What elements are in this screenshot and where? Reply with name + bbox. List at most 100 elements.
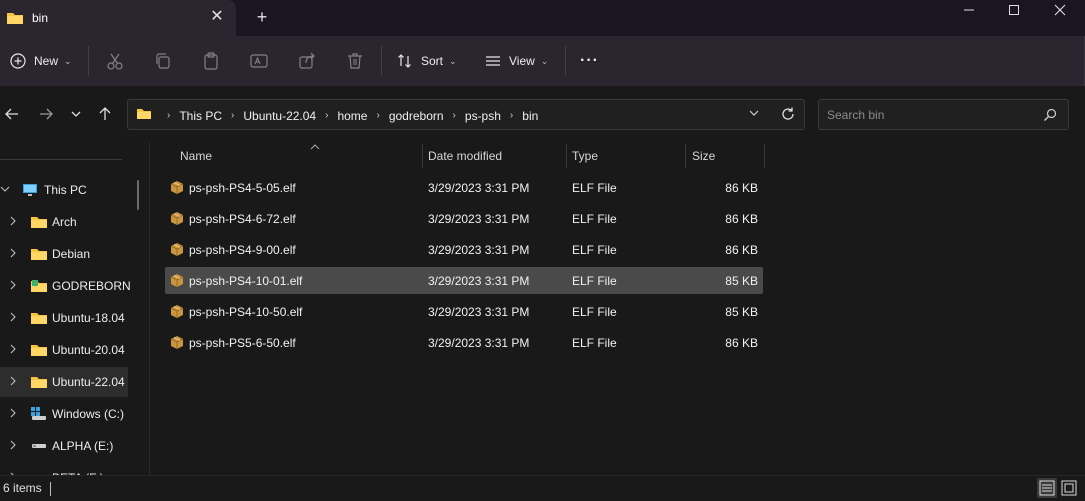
command-bar: New ⌄ Sort ⌄ View ⌄ ··· (0, 36, 1085, 86)
column-header-date[interactable]: Date modified (423, 142, 566, 169)
sidebar-item-label: This PC (44, 183, 87, 197)
drive-icon (30, 438, 48, 457)
up-arrow-icon[interactable] (95, 106, 115, 124)
address-history-chevron-icon[interactable] (748, 107, 760, 122)
file-name: ps-psh-PS4-10-01.elf (189, 274, 303, 288)
breadcrumb-item[interactable]: godreborn (389, 109, 444, 123)
sidebar-item-ubuntu-22-04[interactable]: Ubuntu-22.04 (0, 367, 128, 397)
sidebar-item-ubuntu-20-04[interactable]: Ubuntu-20.04 (0, 335, 128, 365)
file-name: ps-psh-PS4-5-05.elf (189, 181, 296, 195)
chevron-right-icon[interactable] (8, 376, 18, 389)
file-row[interactable]: ps-psh-PS4-5-05.elf 3/29/2023 3:31 PM ELF … (165, 174, 763, 201)
file-row[interactable]: ps-psh-PS4-10-01.elf 3/29/2023 3:31 PM ELF… (165, 267, 763, 294)
chevron-right-icon[interactable]: › (453, 110, 456, 121)
delete-icon[interactable] (345, 51, 365, 71)
sidebar-item-alpha-e[interactable]: ALPHA (E:) (0, 431, 128, 461)
new-tab-icon[interactable]: + (252, 6, 272, 28)
rename-icon[interactable] (249, 51, 269, 71)
new-label: New (34, 54, 59, 68)
breadcrumb-item[interactable]: home (337, 109, 367, 123)
chevron-right-icon[interactable]: › (167, 110, 170, 121)
large-icons-view-button[interactable] (1059, 478, 1079, 498)
toolbar-divider (565, 46, 566, 76)
sidebar-item-ubuntu-18-04[interactable]: Ubuntu-18.04 (0, 303, 128, 333)
search-icon[interactable] (1043, 108, 1057, 125)
chevron-right-icon[interactable]: › (231, 110, 234, 121)
column-size-label: Size (692, 149, 716, 163)
sidebar-item-debian[interactable]: Debian (0, 239, 128, 269)
sidebar-item-this-pc[interactable]: This PC (0, 175, 128, 205)
file-row[interactable]: ps-psh-PS5-6-50.elf 3/29/2023 3:31 PM ELF … (165, 329, 763, 356)
breadcrumb-item[interactable]: ps-psh (465, 109, 501, 123)
sort-button[interactable]: Sort ⌄ (397, 49, 457, 73)
address-bar[interactable]: › This PC › Ubuntu-22.04 › home › godreborn › ps-… (127, 99, 805, 130)
sidebar-item-label: Windows (C:) (52, 407, 125, 421)
chevron-right-icon[interactable] (8, 344, 18, 357)
package-icon (169, 272, 185, 291)
new-button[interactable]: New ⌄ (10, 49, 72, 73)
column-header-type[interactable]: Type (567, 142, 685, 169)
file-row[interactable]: ps-psh-PS4-9-00.elf 3/29/2023 3:31 PM ELF … (165, 236, 763, 263)
back-arrow-icon[interactable] (2, 106, 22, 124)
plus-circle-icon (10, 53, 26, 69)
sidebar-item-beta-f[interactable]: BETA (F:) (0, 463, 128, 475)
search-box[interactable]: Search bin (818, 99, 1069, 130)
cut-icon[interactable] (105, 51, 125, 71)
breadcrumb-item[interactable]: bin (522, 109, 538, 123)
chevron-right-icon[interactable] (8, 248, 18, 261)
file-row[interactable]: ps-psh-PS4-6-72.elf 3/29/2023 3:31 PM ELF … (165, 205, 763, 232)
chevron-down-icon[interactable] (0, 184, 10, 197)
chevron-right-icon[interactable]: › (325, 110, 328, 121)
breadcrumb-item[interactable]: This PC (179, 109, 222, 123)
chevron-down-icon: ⌄ (540, 55, 549, 66)
chevron-right-icon[interactable] (8, 408, 18, 421)
chevron-right-icon[interactable] (8, 440, 18, 453)
paste-icon[interactable] (201, 51, 221, 71)
package-icon (169, 334, 185, 353)
sidebar-item-godreborn-s[interactable]: GODREBORN-S (0, 271, 130, 301)
file-type: ELF File (572, 243, 617, 257)
chevron-down-icon: ⌄ (449, 55, 457, 66)
column-name-label: Name (180, 149, 213, 163)
file-name: ps-psh-PS5-6-50.elf (189, 336, 296, 350)
recent-locations-chevron-icon[interactable] (66, 106, 86, 124)
folder-icon (136, 107, 152, 124)
item-count: 6 items (3, 481, 42, 495)
details-view-button[interactable] (1037, 478, 1057, 498)
maximize-button[interactable] (991, 0, 1037, 20)
share-icon[interactable] (297, 51, 317, 71)
chevron-right-icon[interactable] (8, 216, 18, 229)
sidebar-item-arch[interactable]: Arch (0, 207, 128, 237)
forward-arrow-icon[interactable] (36, 106, 56, 124)
chevron-right-icon[interactable] (8, 312, 18, 325)
more-options-button[interactable]: ··· (580, 49, 599, 73)
sidebar-item-windows-c[interactable]: Windows (C:) (0, 399, 128, 429)
column-header-size[interactable]: Size (686, 142, 764, 169)
breadcrumb: › This PC › Ubuntu-22.04 › home › godreborn › ps-… (136, 107, 538, 124)
close-tab-icon[interactable]: ✕ (207, 6, 227, 28)
file-size: 85 KB (725, 305, 758, 319)
tab-bin[interactable]: bin ✕ (0, 0, 236, 36)
file-size: 85 KB (725, 274, 758, 288)
sidebar-item-label: Arch (52, 215, 77, 229)
copy-icon[interactable] (153, 51, 173, 71)
column-type-label: Type (572, 149, 599, 163)
minimize-button[interactable] (946, 0, 992, 20)
chevron-right-icon[interactable]: › (510, 110, 513, 121)
file-size: 86 KB (725, 243, 758, 257)
sidebar-scrollbar[interactable] (137, 180, 139, 210)
column-divider[interactable] (764, 144, 765, 168)
refresh-icon[interactable] (780, 106, 796, 125)
view-button[interactable]: View ⌄ (485, 49, 548, 73)
file-row[interactable]: ps-psh-PS4-10-50.elf 3/29/2023 3:31 PM ELF… (165, 298, 763, 325)
breadcrumb-item[interactable]: Ubuntu-22.04 (243, 109, 316, 123)
close-window-button[interactable] (1037, 0, 1083, 20)
package-icon (169, 210, 185, 229)
chevron-right-icon[interactable] (8, 280, 18, 293)
sort-label: Sort (421, 54, 444, 68)
sidebar-divider (0, 159, 122, 160)
chevron-right-icon[interactable]: › (376, 110, 379, 121)
status-divider (50, 482, 51, 496)
large-icons-view-icon (1061, 480, 1077, 496)
column-header-name[interactable]: Name (165, 142, 422, 169)
